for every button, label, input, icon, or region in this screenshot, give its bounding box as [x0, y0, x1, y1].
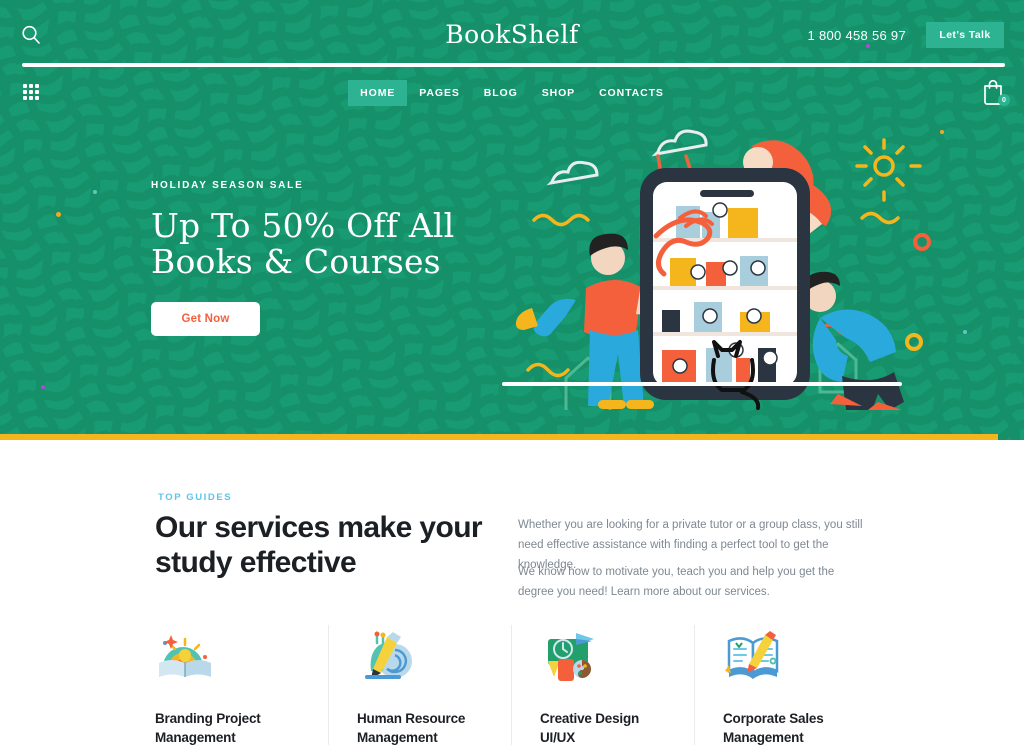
services-eyebrow: TOP GUIDES	[158, 492, 233, 503]
service-card-label: Human Resource Management	[357, 711, 466, 745]
services-paragraph-2: We know how to motivate you, teach you a…	[518, 566, 835, 598]
get-now-button[interactable]: Get Now	[151, 302, 260, 337]
service-cards: Branding Project Management Human Resour…	[145, 625, 940, 745]
hero-copy: HOLIDAY SEASON SALE Up To 50% Off All Bo…	[151, 180, 455, 337]
nav-item-contacts[interactable]: CONTACTS	[587, 80, 676, 106]
hero-accent-bar	[0, 434, 998, 440]
hero-eyebrow: HOLIDAY SEASON SALE	[151, 180, 304, 191]
services-title: Our services make your study effective	[155, 511, 483, 580]
service-card-label: Corporate Sales Management	[723, 711, 824, 745]
nav-item-home[interactable]: HOME	[348, 80, 408, 106]
nav-item-blog[interactable]: BLOG	[472, 80, 530, 106]
services-section: TOP GUIDES Our services make your study …	[0, 440, 1024, 745]
service-card[interactable]: Creative Design UI/UX	[511, 625, 694, 745]
hero-title: Up To 50% Off All Books & Courses	[151, 206, 455, 281]
nav-item-shop[interactable]: SHOP	[530, 80, 587, 106]
nav-item-pages[interactable]: PAGES	[407, 80, 471, 106]
cart-count-badge: 0	[998, 94, 1010, 106]
rainbow-lightbulb-book-icon	[155, 625, 318, 683]
top-bar: BookShelf 1 800 458 56 97 Let's Talk	[0, 0, 1024, 64]
phone-number[interactable]: 1 800 458 56 97	[808, 28, 906, 43]
pencil-snail-icon	[357, 625, 501, 683]
lets-talk-button[interactable]: Let's Talk	[926, 22, 1004, 48]
decor-dot	[41, 385, 45, 389]
main-navigation: HOME PAGES BLOG SHOP CONTACTS	[0, 80, 1024, 106]
decor-dot	[963, 330, 967, 334]
nav-bar: HOME PAGES BLOG SHOP CONTACTS 0	[0, 64, 1024, 120]
service-card[interactable]: Human Resource Management	[328, 625, 511, 745]
hero-illustration	[490, 110, 960, 410]
open-book-pencil-icon	[723, 625, 867, 683]
service-card-label: Creative Design UI/UX	[540, 711, 640, 745]
service-card-label: Branding Project Management	[155, 711, 261, 745]
chalkboard-palette-icon	[540, 625, 684, 683]
decor-dot	[93, 190, 97, 194]
page-root: HOLIDAY SEASON SALE Up To 50% Off All Bo…	[0, 0, 1024, 745]
decor-dot	[56, 212, 61, 217]
service-card[interactable]: Branding Project Management	[145, 625, 328, 745]
service-card[interactable]: Corporate Sales Management	[694, 625, 877, 745]
